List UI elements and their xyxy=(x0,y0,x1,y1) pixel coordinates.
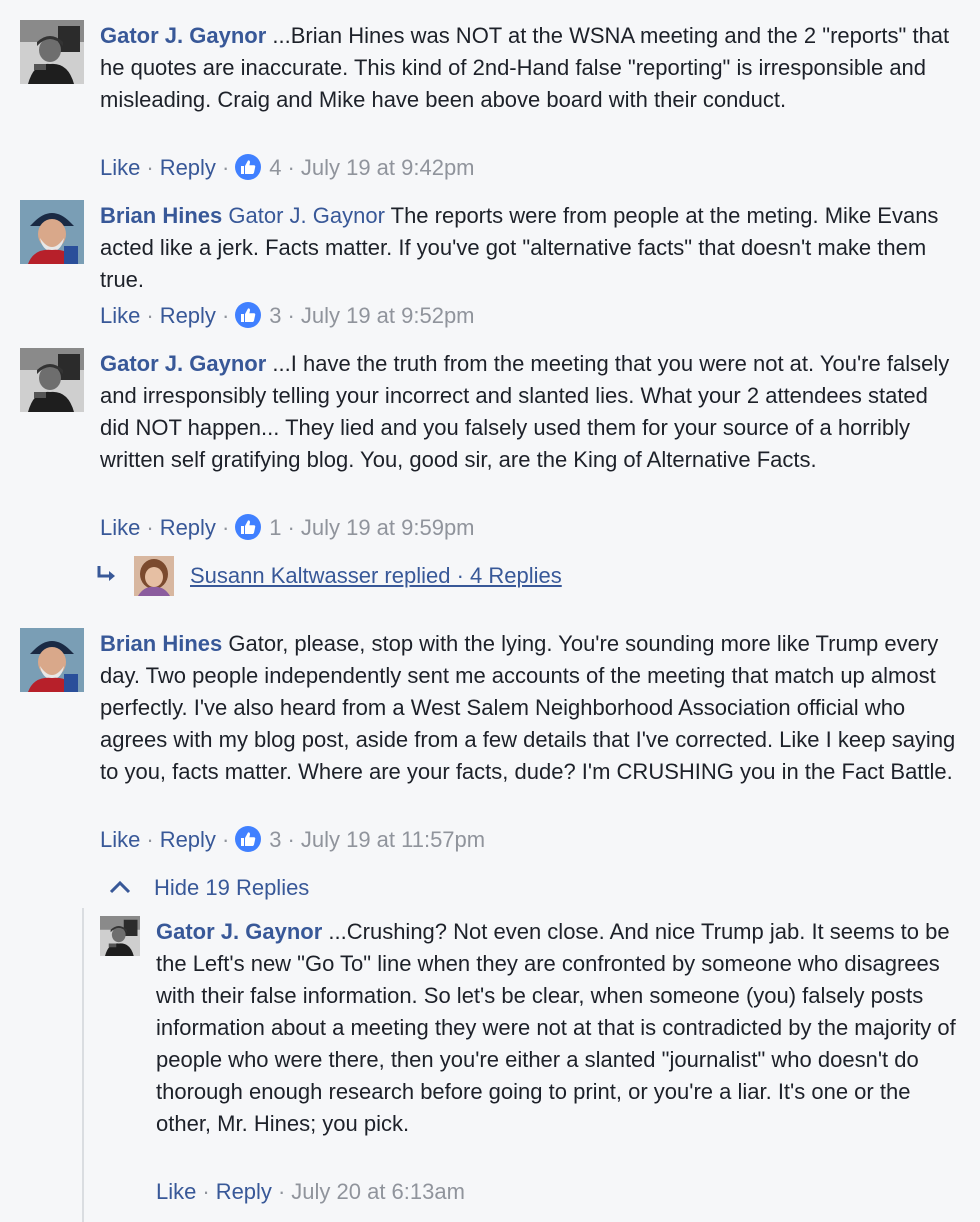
comment-text: Gator, please, stop with the lying. You'… xyxy=(100,631,956,784)
like-button[interactable]: Like xyxy=(156,1179,196,1204)
separator: · xyxy=(287,515,295,540)
comment-author[interactable]: Gator J. Gaynor xyxy=(100,23,266,48)
comment-author[interactable]: Brian Hines xyxy=(100,631,222,656)
reaction-count[interactable]: 3 xyxy=(269,303,281,328)
comment-body: Brian Hines Gator, please, stop with the… xyxy=(100,628,960,788)
avatar[interactable] xyxy=(20,628,84,692)
separator: · xyxy=(221,303,230,328)
comment-body: Brian Hines Gator J. Gaynor The reports … xyxy=(100,200,960,296)
like-reaction-icon[interactable] xyxy=(235,154,262,180)
comment-actions: Like · Reply · 4 · July 19 at 9:42pm xyxy=(100,153,475,183)
separator: · xyxy=(202,1179,210,1204)
comment-actions: Like · Reply · 3 · July 19 at 11:57pm xyxy=(100,825,485,855)
avatar[interactable] xyxy=(20,200,84,264)
comment-text: ...Crushing? Not even close. And nice Tr… xyxy=(156,919,956,1136)
separator: · xyxy=(146,303,154,328)
like-button[interactable]: Like xyxy=(100,155,140,180)
like-reaction-icon[interactable] xyxy=(235,514,262,540)
separator: · xyxy=(287,827,295,852)
view-replies-link[interactable]: Susann Kaltwasser replied · 4 Replies xyxy=(190,563,562,588)
reply-arrow-icon xyxy=(94,562,120,588)
reaction-count[interactable]: 4 xyxy=(269,155,281,180)
reaction-count[interactable]: 1 xyxy=(269,515,281,540)
comment-actions: Like · Reply · July 20 at 6:13am xyxy=(156,1177,465,1207)
previous-comment-actions-edge xyxy=(0,0,980,6)
separator: · xyxy=(146,515,154,540)
thread-indent-line xyxy=(82,908,84,1222)
profile-picture-icon xyxy=(20,200,84,264)
separator: · xyxy=(221,827,230,852)
like-button[interactable]: Like xyxy=(100,827,140,852)
separator: · xyxy=(287,303,295,328)
reply-button[interactable]: Reply xyxy=(160,515,216,540)
comment-body: Gator J. Gaynor ...Crushing? Not even cl… xyxy=(156,916,956,1140)
mention-link[interactable]: Gator J. Gaynor xyxy=(228,203,385,228)
reply-button[interactable]: Reply xyxy=(160,303,216,328)
profile-picture-icon xyxy=(100,916,140,956)
comment-body: Gator J. Gaynor ...Brian Hines was NOT a… xyxy=(100,20,960,116)
avatar[interactable] xyxy=(20,20,84,84)
separator: · xyxy=(287,155,295,180)
comment-actions: Like · Reply · 1 · July 19 at 9:59pm xyxy=(100,513,475,543)
like-button[interactable]: Like xyxy=(100,303,140,328)
timestamp[interactable]: July 20 at 6:13am xyxy=(291,1179,465,1204)
comment-text: The reports were from people at the meti… xyxy=(100,203,939,292)
comment-author[interactable]: Brian Hines xyxy=(100,203,222,228)
comment-actions: Like · Reply · 3 · July 19 at 9:52pm xyxy=(100,301,475,331)
hide-replies-label: Hide 19 Replies xyxy=(154,875,310,900)
profile-picture-icon xyxy=(20,628,84,692)
timestamp[interactable]: July 19 at 9:59pm xyxy=(301,515,475,540)
hide-replies-button[interactable]: Hide 19 Replies xyxy=(108,873,309,903)
like-reaction-icon[interactable] xyxy=(235,302,262,328)
comment-author[interactable]: Gator J. Gaynor xyxy=(100,351,266,376)
like-reaction-icon[interactable] xyxy=(235,826,262,852)
chevron-up-icon xyxy=(108,875,132,895)
separator: · xyxy=(277,1179,286,1204)
timestamp[interactable]: July 19 at 9:42pm xyxy=(301,155,475,180)
separator: · xyxy=(221,155,230,180)
avatar[interactable] xyxy=(134,556,174,596)
reaction-count[interactable]: 3 xyxy=(269,827,281,852)
separator: · xyxy=(221,515,230,540)
comment-body: Gator J. Gaynor ...I have the truth from… xyxy=(100,348,960,476)
profile-picture-icon xyxy=(134,556,174,596)
timestamp[interactable]: July 19 at 9:52pm xyxy=(301,303,475,328)
profile-picture-icon xyxy=(20,20,84,84)
separator: · xyxy=(146,155,154,180)
separator: · xyxy=(146,827,154,852)
comment-author[interactable]: Gator J. Gaynor xyxy=(156,919,322,944)
avatar[interactable] xyxy=(20,348,84,412)
reply-button[interactable]: Reply xyxy=(216,1179,272,1204)
like-button[interactable]: Like xyxy=(100,515,140,540)
reply-button[interactable]: Reply xyxy=(160,155,216,180)
timestamp[interactable]: July 19 at 11:57pm xyxy=(301,827,485,852)
reply-button[interactable]: Reply xyxy=(160,827,216,852)
profile-picture-icon xyxy=(20,348,84,412)
avatar[interactable] xyxy=(100,916,140,956)
